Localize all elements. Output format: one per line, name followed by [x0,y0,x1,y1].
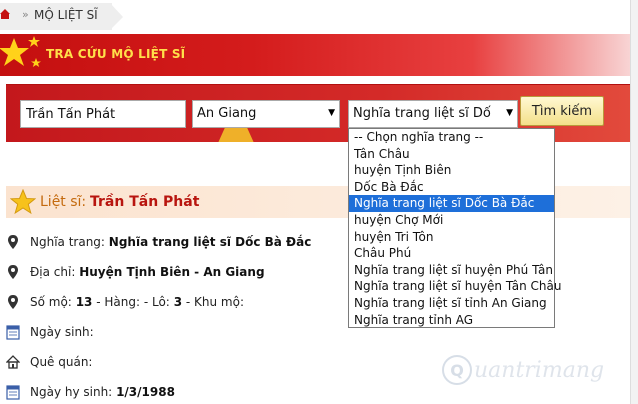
dropdown-option[interactable]: Tân Châu [349,146,554,163]
martyr-name-input[interactable] [20,100,186,128]
province-select-value: An Giang [197,106,257,121]
detail-text: Ngày hy sinh: 1/3/1988 [30,385,175,399]
banner-title: TRA CỨU MỘ LIỆT SĨ [46,47,186,61]
detail-label: Ngày hy sinh: [30,385,113,399]
province-select[interactable]: An Giang ▼ [192,100,340,128]
dropdown-option[interactable]: Nghĩa trang liệt sĩ Dốc Bà Đắc [349,195,554,212]
dropdown-option[interactable]: Dốc Bà Đắc [349,179,554,196]
home-icon[interactable] [0,8,10,20]
cemetery-select-value: Nghĩa trang liệt sĩ Dố [353,106,491,121]
star-icon [10,189,36,215]
dropdown-option[interactable]: Nghĩa trang liệt sĩ tỉnh An Giang [349,295,554,312]
calendar-icon [6,385,20,400]
detail-lot-label: - Lô: [143,295,170,309]
dropdown-option[interactable]: -- Chọn nghĩa trang -- [349,129,554,146]
detail-label: Số mộ: [30,295,72,309]
breadcrumb-arrow [110,3,123,30]
detail-text: Ngày sinh: [30,325,94,339]
detail-text: Địa chỉ: Huyện Tịnh Biên - An Giang [30,265,265,279]
watermark: Q uantrimang [442,352,604,388]
dropdown-option[interactable]: Nghĩa trang liệt sĩ huyện Tân Châu [349,278,561,295]
calendar-icon [6,325,20,340]
map-pin-icon [8,265,18,279]
detail-label: Ngày sinh: [30,325,94,339]
chevron-down-icon: ▼ [504,108,513,118]
page-right-border [630,0,638,404]
result-name: Trần Tấn Phát [90,194,200,210]
breadcrumb-current[interactable]: MỘ LIỆT SĨ [34,8,98,22]
detail-area-label: - Khu mộ: [185,295,244,309]
detail-label: Nghĩa trang: [30,235,105,249]
map-pin-icon [8,235,18,249]
result-label: Liệt sĩ: [40,194,87,210]
cemetery-select[interactable]: Nghĩa trang liệt sĩ Dố ▼ [348,100,518,128]
detail-text: Số mộ: 13 - Hàng: - Lô: 3 - Khu mộ: [30,295,244,309]
map-pin-icon [8,295,18,309]
detail-value: 1/3/1988 [116,385,175,399]
dropdown-option[interactable]: huyện Tịnh Biên [349,162,554,179]
dropdown-option[interactable]: Nghĩa trang tỉnh AG [349,312,554,329]
detail-lot-value: 3 [173,295,183,309]
page-banner: TRA CỨU MỘ LIỆT SĨ [0,34,630,76]
detail-value: Nghĩa trang liệt sĩ Dốc Bà Đắc [108,235,312,249]
watermark-text: uantrimang [474,357,605,383]
breadcrumb-separator: » [22,8,29,21]
detail-value: 13 [75,295,93,309]
house-icon [6,355,20,369]
detail-text: Nghĩa trang: Nghĩa trang liệt sĩ Dốc Bà … [30,235,311,249]
detail-value: Huyện Tịnh Biên - An Giang [79,265,265,279]
detail-text: Quê quán: [30,355,92,369]
breadcrumb: » MỘ LIỆT SĨ [0,0,638,34]
dropdown-option[interactable]: Nghĩa trang liệt sĩ huyện Phú Tân [349,262,554,279]
chevron-down-icon: ▼ [326,108,335,118]
detail-row-label: - Hàng: [96,295,141,309]
dropdown-option[interactable]: huyện Tri Tôn [349,229,554,246]
search-button[interactable]: Tìm kiếm [520,96,604,126]
detail-label: Quê quán: [30,355,93,369]
watermark-logo-icon: Q [442,355,472,385]
cemetery-dropdown-list[interactable]: -- Chọn nghĩa trang -- Tân Châu huyện Tịnh… [348,128,561,329]
dropdown-option[interactable]: huyện Chợ Mới [349,212,554,229]
dropdown-option[interactable]: Châu Phú [349,245,554,262]
detail-label: Địa chỉ: [30,265,76,279]
